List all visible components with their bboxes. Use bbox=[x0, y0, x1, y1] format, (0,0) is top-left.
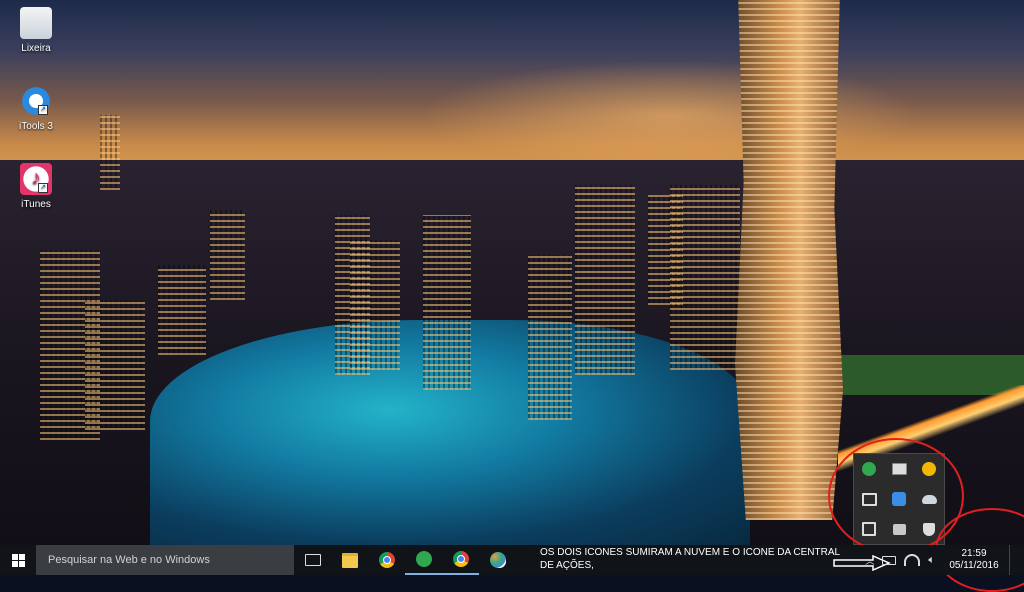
search-box[interactable] bbox=[36, 545, 294, 575]
wallpaper-building bbox=[423, 215, 471, 390]
search-input[interactable] bbox=[46, 553, 280, 567]
paint-icon bbox=[489, 552, 506, 568]
desktop-icon-label: iTools 3 bbox=[19, 121, 53, 132]
itunes-icon: ↗ bbox=[20, 163, 52, 195]
folder-icon bbox=[341, 552, 358, 568]
chrome-icon bbox=[452, 551, 469, 567]
file-explorer-button[interactable] bbox=[331, 545, 368, 575]
task-view-button[interactable] bbox=[294, 545, 331, 575]
wallpaper-building bbox=[575, 185, 635, 375]
wallpaper-building bbox=[100, 115, 120, 190]
volume-icon[interactable]: 🔈︎ bbox=[928, 554, 935, 567]
shortcut-arrow-icon: ↗ bbox=[38, 183, 48, 193]
desktop-icon-recycle-bin[interactable]: Lixeira bbox=[1, 7, 71, 54]
recycle-bin-icon bbox=[20, 7, 52, 39]
wallpaper-building bbox=[350, 240, 400, 370]
wallpaper-building bbox=[158, 265, 206, 355]
windows-logo-icon bbox=[11, 553, 25, 567]
green-app-button[interactable] bbox=[405, 545, 442, 575]
annotation-note: OS DOIS ICONES SUMIRAM A NUVEM E O ICONE… bbox=[540, 547, 840, 571]
wallpaper-sunset-glow bbox=[420, 60, 920, 170]
chrome-icon bbox=[378, 552, 395, 568]
wallpaper-building bbox=[210, 210, 245, 300]
desktop-icon-label: iTunes bbox=[21, 199, 51, 210]
wallpaper-building bbox=[528, 255, 572, 420]
shortcut-arrow-icon: ↗ bbox=[38, 105, 48, 115]
wallpaper-building bbox=[670, 185, 740, 370]
desktop-icon-label: Lixeira bbox=[21, 43, 51, 54]
task-view-icon bbox=[304, 554, 321, 566]
battery-icon[interactable] bbox=[882, 555, 897, 565]
clock-date: 05/11/2016 bbox=[949, 560, 999, 571]
green-app-icon bbox=[415, 551, 432, 567]
wallpaper-building bbox=[85, 300, 145, 430]
clock-time: 21:59 bbox=[961, 548, 987, 559]
desktop-icon-itools[interactable]: ↗ iTools 3 bbox=[1, 85, 71, 132]
system-tray: ︿ 🔈︎ 21:59 05/11/2016 bbox=[861, 545, 1024, 575]
start-button[interactable] bbox=[0, 545, 36, 575]
show-hidden-icons-chevron-icon[interactable]: ︿ bbox=[865, 554, 874, 567]
chrome-window-button[interactable] bbox=[442, 545, 479, 575]
clock[interactable]: 21:59 05/11/2016 bbox=[939, 548, 1009, 572]
wifi-icon[interactable] bbox=[904, 554, 921, 566]
chrome-button[interactable] bbox=[368, 545, 405, 575]
wallpaper-cayan-tower bbox=[735, 0, 843, 520]
paint-button[interactable] bbox=[479, 545, 516, 575]
show-desktop-button[interactable] bbox=[1009, 545, 1024, 575]
desktop-icon-itunes[interactable]: ↗ iTunes bbox=[1, 163, 71, 210]
itools-icon: ↗ bbox=[20, 85, 52, 117]
